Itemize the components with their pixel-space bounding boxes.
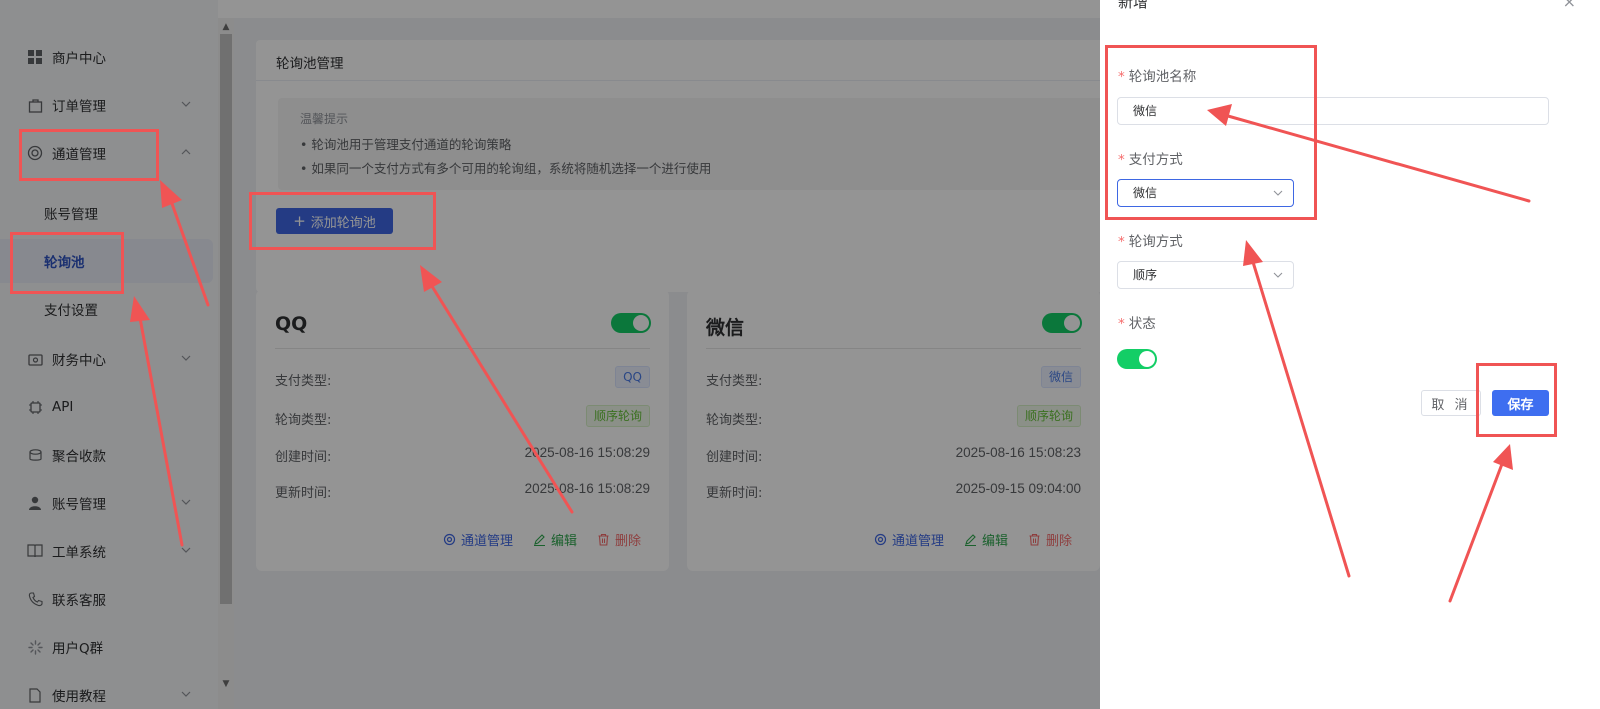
cancel-button[interactable]: 取 消 [1421,390,1481,416]
required-mark: * [1118,316,1125,332]
status-switch[interactable] [1117,349,1157,369]
highlight-box [249,192,436,250]
required-mark: * [1118,234,1125,250]
close-icon[interactable]: × [1563,0,1576,11]
chevron-down-icon [1273,272,1283,278]
label-text: 状态 [1128,316,1156,332]
status-field-label: * 状态 [1118,312,1156,332]
drawer-title: 新增 [1118,0,1149,11]
label-text: 轮询方式 [1128,234,1183,250]
modal-overlay[interactable] [0,0,1100,709]
highlight-box [10,232,124,294]
poll-method-field-label: * 轮询方式 [1118,230,1183,250]
highlight-box [19,129,159,181]
poll-method-select[interactable]: 顺序 [1117,261,1294,289]
select-value: 顺序 [1133,268,1158,282]
highlight-box [1476,363,1557,437]
highlight-box [1105,45,1317,220]
